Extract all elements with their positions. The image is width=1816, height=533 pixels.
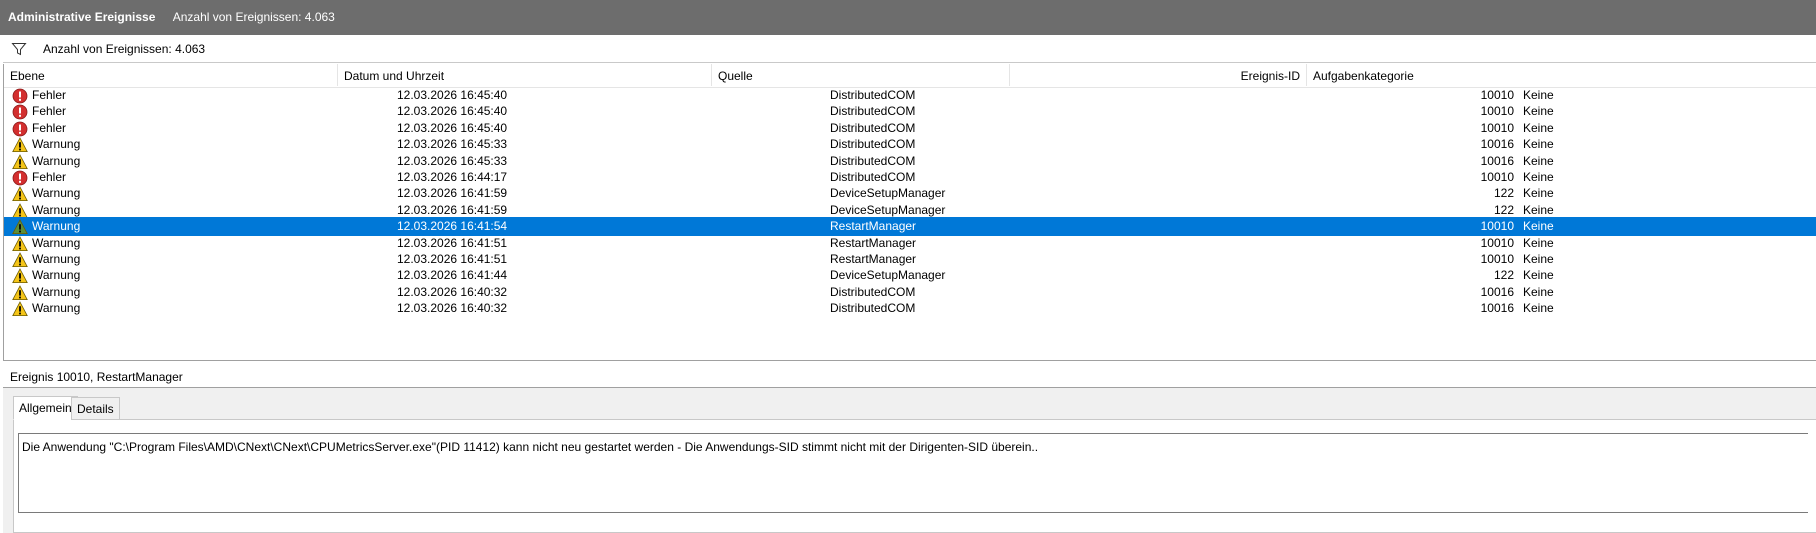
view-title: Administrative Ereignisse (8, 10, 156, 24)
event-level-label: Warnung (32, 301, 81, 316)
view-event-count: Anzahl von Ereignissen: 4.063 (172, 10, 335, 24)
tab-details[interactable]: Details (71, 397, 120, 420)
filter-bar: Anzahl von Ereignissen: 4.063 (3, 35, 1816, 63)
column-header-date[interactable]: Datum und Uhrzeit (338, 64, 712, 86)
warning-icon (12, 301, 28, 317)
event-message[interactable]: Die Anwendung "C:\Program Files\AMD\CNex… (18, 433, 1808, 513)
event-row[interactable]: Warnung 12.03.2026 16:40:32 DistributedCOM… (4, 299, 1816, 318)
event-detail-panel: Allgemein Details Die Anwendung "C:\Prog… (3, 388, 1816, 533)
filter-icon[interactable] (11, 41, 27, 57)
event-id: 10016 (1480, 301, 1514, 316)
event-detail-header: Ereignis 10010, RestartManager (3, 362, 1816, 388)
event-source: DistributedCOM (830, 301, 916, 316)
event-category: Keine (1523, 301, 1554, 316)
column-header-source[interactable]: Quelle (712, 64, 1010, 86)
column-header-level[interactable]: Ebene (4, 64, 338, 86)
event-list-header: Ebene Datum und Uhrzeit Quelle Ereignis-… (4, 64, 1816, 88)
column-header-category[interactable]: Aufgabenkategorie (1307, 64, 1816, 86)
column-header-event-id[interactable]: Ereignis-ID (1010, 64, 1307, 86)
filter-event-count: Anzahl von Ereignissen: 4.063 (43, 42, 206, 56)
event-list[interactable]: Ebene Datum und Uhrzeit Quelle Ereignis-… (3, 64, 1816, 361)
tab-general[interactable]: Allgemein (13, 396, 78, 420)
panel-title-bar: Administrative Ereignisse Anzahl von Ere… (0, 0, 1816, 35)
event-date: 12.03.2026 16:40:32 (397, 301, 508, 316)
